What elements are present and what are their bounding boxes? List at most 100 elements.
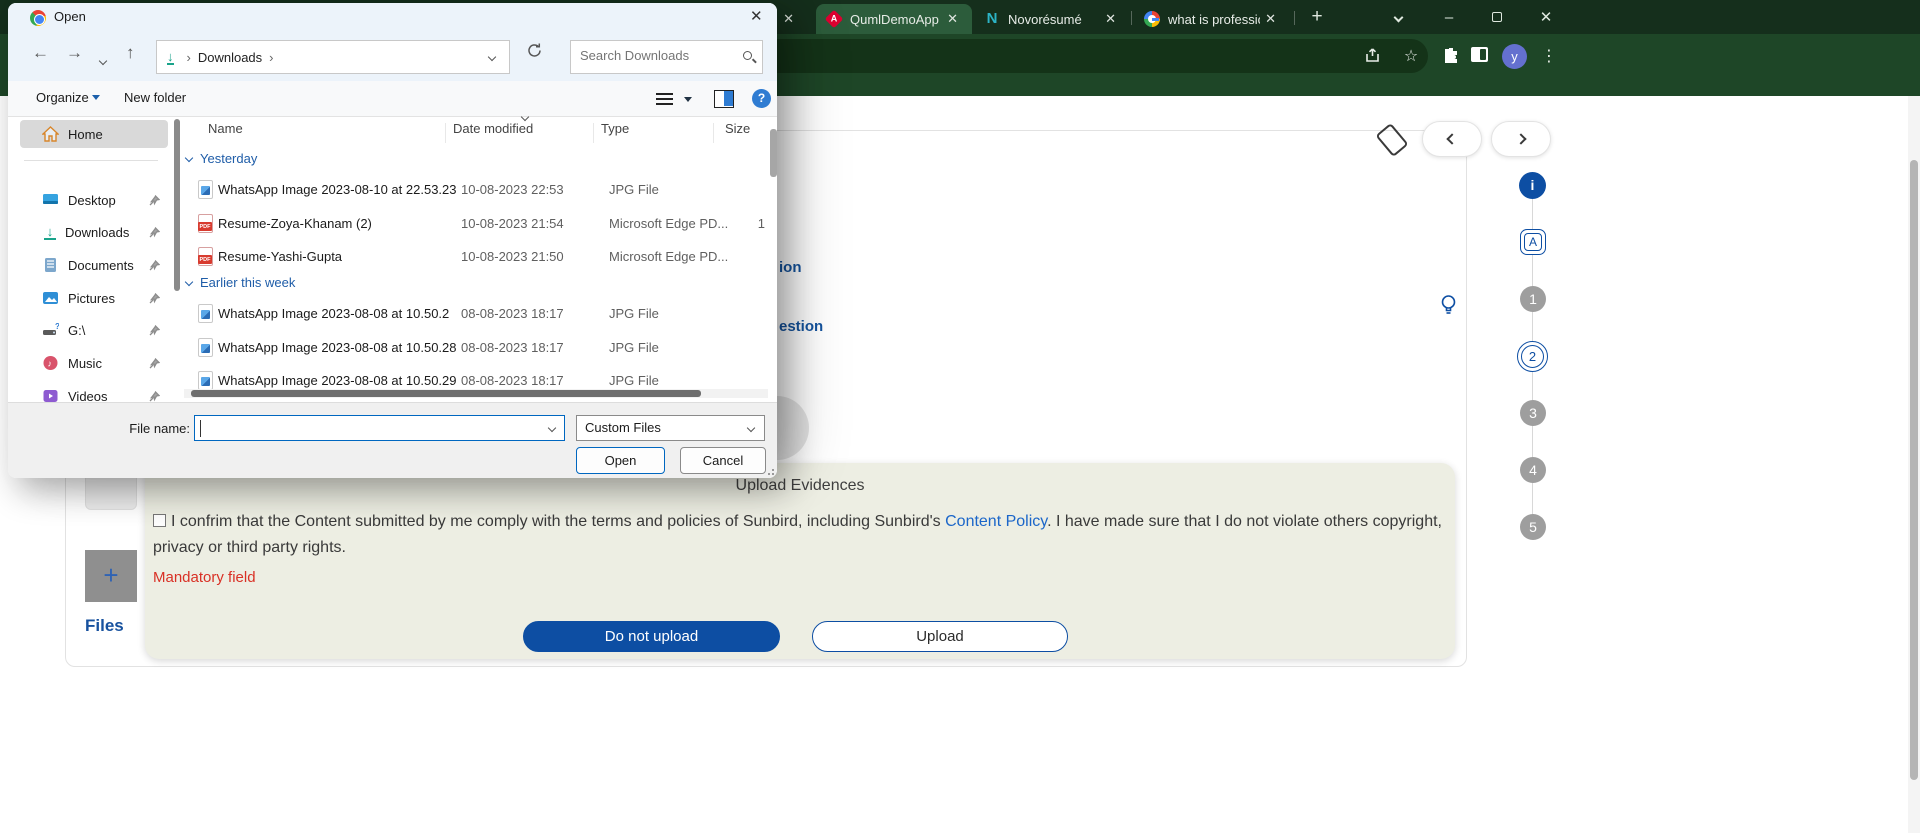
preview-pane-icon[interactable] (714, 90, 734, 108)
stepper-step-3[interactable]: 3 (1520, 400, 1546, 426)
sidebar-item-g-drive[interactable]: ? G:\ (20, 316, 168, 344)
desktop-icon (42, 192, 59, 208)
stepper-section-a[interactable]: A (1520, 229, 1546, 255)
organize-menu[interactable]: Organize (36, 90, 100, 105)
new-tab-button[interactable]: + (1298, 0, 1336, 34)
tab-close-icon[interactable]: ✕ (1261, 11, 1280, 27)
tab-close-icon[interactable]: ✕ (779, 11, 798, 27)
file-type-select[interactable]: Custom Files (576, 415, 765, 441)
sidebar-scrollbar[interactable] (174, 119, 180, 291)
next-button[interactable] (1491, 121, 1551, 157)
collapse-chevron-icon[interactable] (185, 277, 193, 285)
refresh-icon[interactable] (526, 42, 543, 64)
address-bar[interactable] (700, 39, 1428, 73)
pin-icon (149, 325, 160, 336)
tab-qumldemoapp[interactable]: A QumlDemoApp ✕ (816, 4, 972, 34)
novoresume-icon: N (984, 11, 1000, 27)
column-header-type[interactable]: Type (601, 121, 629, 136)
do-not-upload-button[interactable]: Do not upload (523, 621, 780, 652)
horizontal-scrollbar-thumb[interactable] (191, 390, 701, 397)
sidebar-item-downloads[interactable]: ↓ Downloads (20, 218, 168, 246)
pdf-file-icon (198, 214, 213, 233)
maximize-button[interactable] (1477, 0, 1517, 34)
extensions-puzzle-icon[interactable] (1440, 46, 1462, 68)
partial-link-1[interactable]: ion (779, 259, 802, 276)
group-header[interactable]: Earlier this week (184, 275, 295, 290)
screen: ✕ A QumlDemoApp ✕ N Novorésumé ✕ what is… (0, 0, 1920, 833)
column-header-date[interactable]: Date modified (453, 121, 533, 136)
page-scrollbar-thumb[interactable] (1910, 160, 1918, 780)
file-row[interactable]: Resume-Yashi-Gupta 10-08-2023 21:50 Micr… (184, 242, 770, 272)
tab-google-search[interactable]: what is professio ✕ (1134, 4, 1290, 34)
new-folder-button[interactable]: New folder (124, 90, 186, 105)
tab-search-chevron[interactable] (1378, 0, 1418, 34)
sidebar-item-pictures[interactable]: Pictures (20, 284, 168, 312)
page-scrollbar[interactable] (1908, 96, 1920, 833)
consent-checkbox[interactable] (153, 514, 166, 527)
partial-link-2[interactable]: estion (779, 318, 823, 335)
sidebar-item-music[interactable]: ♪ Music (20, 349, 168, 377)
file-row[interactable]: WhatsApp Image 2023-08-08 at 10.50.2 08-… (184, 299, 770, 329)
file-row[interactable]: Resume-Zoya-Khanam (2) 10-08-2023 21:54 … (184, 209, 770, 239)
dialog-close-icon[interactable]: ✕ (750, 7, 763, 25)
address-dropdown-chevron[interactable] (488, 53, 496, 61)
breadcrumb[interactable]: ↓ › Downloads › (156, 40, 510, 74)
collapse-chevron-icon[interactable] (185, 153, 193, 161)
help-icon[interactable]: ? (752, 89, 771, 108)
hint-lightbulb-icon[interactable] (1440, 294, 1457, 321)
view-dropdown-chevron[interactable] (684, 97, 692, 102)
svg-text:♪: ♪ (48, 359, 53, 369)
column-header-name[interactable]: Name (208, 121, 243, 136)
avatar[interactable]: y (1502, 44, 1527, 69)
side-panel-icon[interactable] (1471, 47, 1488, 62)
content-policy-link[interactable]: Content Policy (945, 513, 1047, 530)
stepper-step-5[interactable]: 5 (1520, 514, 1546, 540)
horizontal-scrollbar[interactable] (184, 389, 768, 398)
jpg-file-icon (198, 180, 213, 199)
share-icon[interactable] (1362, 46, 1384, 68)
list-scrollbar[interactable] (770, 119, 777, 391)
close-window-button[interactable]: ✕ (1526, 0, 1566, 34)
file-row[interactable]: WhatsApp Image 2023-08-08 at 10.50.29 08… (184, 366, 770, 390)
stepper-info-badge[interactable]: i (1519, 172, 1546, 199)
stepper-step-2-current[interactable]: 2 (1517, 341, 1548, 372)
pin-icon (149, 227, 160, 238)
chrome-logo-icon (30, 10, 46, 26)
upload-button[interactable]: Upload (812, 621, 1068, 652)
file-name-dropdown-chevron[interactable] (548, 424, 556, 432)
cancel-button[interactable]: Cancel (680, 447, 766, 474)
stepper-step-4[interactable]: 4 (1520, 457, 1546, 483)
stepper-step-1[interactable]: 1 (1520, 286, 1546, 312)
open-button[interactable]: Open (576, 447, 665, 474)
back-arrow-icon[interactable]: ← (32, 43, 49, 63)
search-input[interactable] (580, 48, 730, 63)
up-arrow-icon[interactable]: ↑ (126, 43, 135, 63)
view-list-icon[interactable] (656, 93, 673, 105)
file-row[interactable]: WhatsApp Image 2023-08-10 at 22.53.23 10… (184, 175, 770, 205)
resize-grip[interactable] (764, 465, 774, 475)
list-scrollbar-thumb[interactable] (770, 129, 777, 177)
kebab-menu-icon[interactable]: ⋮ (1538, 46, 1560, 68)
sidebar-item-documents[interactable]: Documents (20, 251, 168, 279)
add-file-tile[interactable]: + (85, 550, 137, 602)
previous-button[interactable] (1422, 121, 1482, 157)
pin-icon (149, 293, 160, 304)
music-icon: ♪ (42, 355, 59, 371)
tab-novoresume[interactable]: N Novorésumé ✕ (974, 4, 1130, 34)
column-header-size[interactable]: Size (725, 121, 750, 136)
bookmark-star-icon[interactable]: ☆ (1400, 46, 1422, 68)
file-row[interactable]: WhatsApp Image 2023-08-08 at 10.50.28 08… (184, 333, 770, 363)
search-box[interactable] (570, 40, 763, 74)
tab-close-icon[interactable]: ✕ (943, 11, 962, 27)
forward-arrow-icon[interactable]: → (66, 43, 83, 63)
pin-icon (149, 391, 160, 402)
jpg-file-icon (198, 338, 213, 357)
group-header[interactable]: Yesterday (184, 151, 257, 166)
sidebar-item-home[interactable]: Home (20, 120, 168, 148)
minimize-button[interactable]: – (1429, 0, 1469, 34)
file-name-input[interactable] (194, 415, 565, 441)
breadcrumb-location[interactable]: Downloads (198, 50, 262, 65)
tab-close-icon[interactable]: ✕ (1101, 11, 1120, 27)
recent-locations-chevron[interactable] (100, 49, 106, 69)
sidebar-item-desktop[interactable]: Desktop (20, 186, 168, 214)
